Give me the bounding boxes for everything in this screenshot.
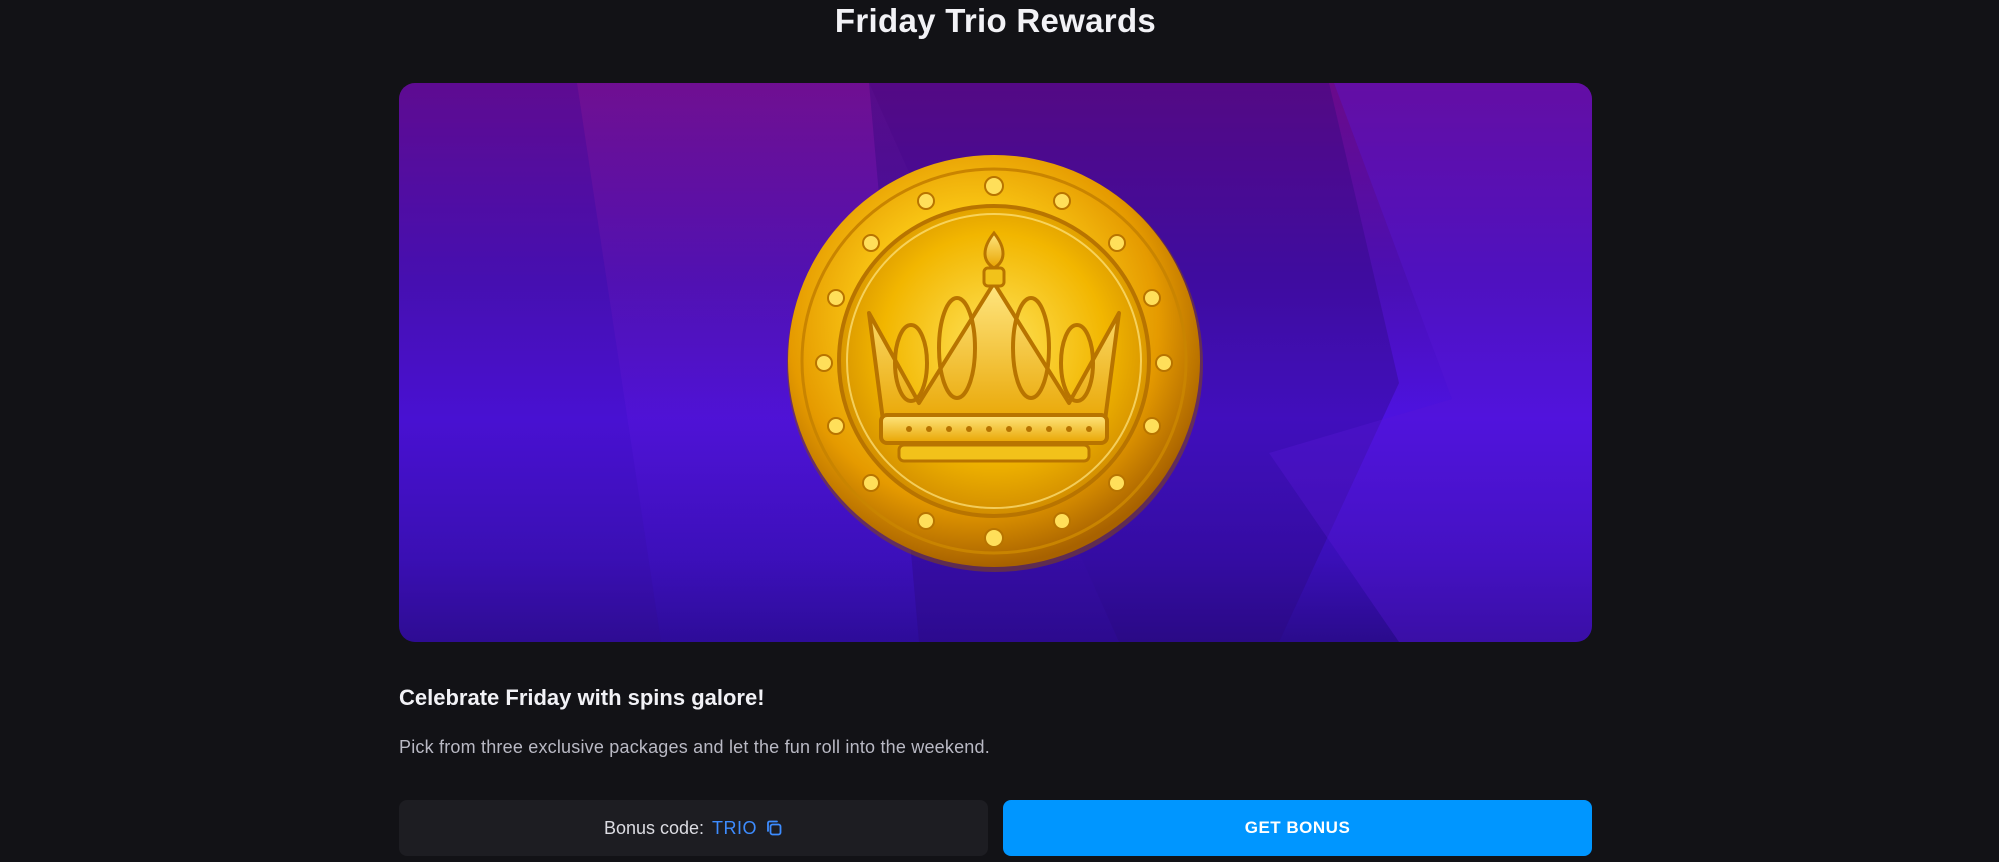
promo-page: Friday Trio Rewards Celebrate Friday wit… — [0, 0, 1999, 862]
hero-banner — [399, 83, 1592, 642]
copy-icon[interactable] — [765, 819, 783, 837]
crown-coin-image — [399, 83, 1592, 642]
bonus-code-value[interactable]: TRIO — [712, 818, 757, 839]
promo-description: Pick from three exclusive packages and l… — [399, 737, 990, 757]
bonus-code-box: Bonus code: TRIO — [399, 800, 988, 856]
page-title: Friday Trio Rewards — [834, 2, 1157, 39]
get-bonus-button[interactable]: GET BONUS — [1003, 800, 1592, 856]
bonus-code-label: Bonus code: — [603, 817, 705, 838]
promo-heading: Celebrate Friday with spins galore! — [399, 685, 765, 710]
